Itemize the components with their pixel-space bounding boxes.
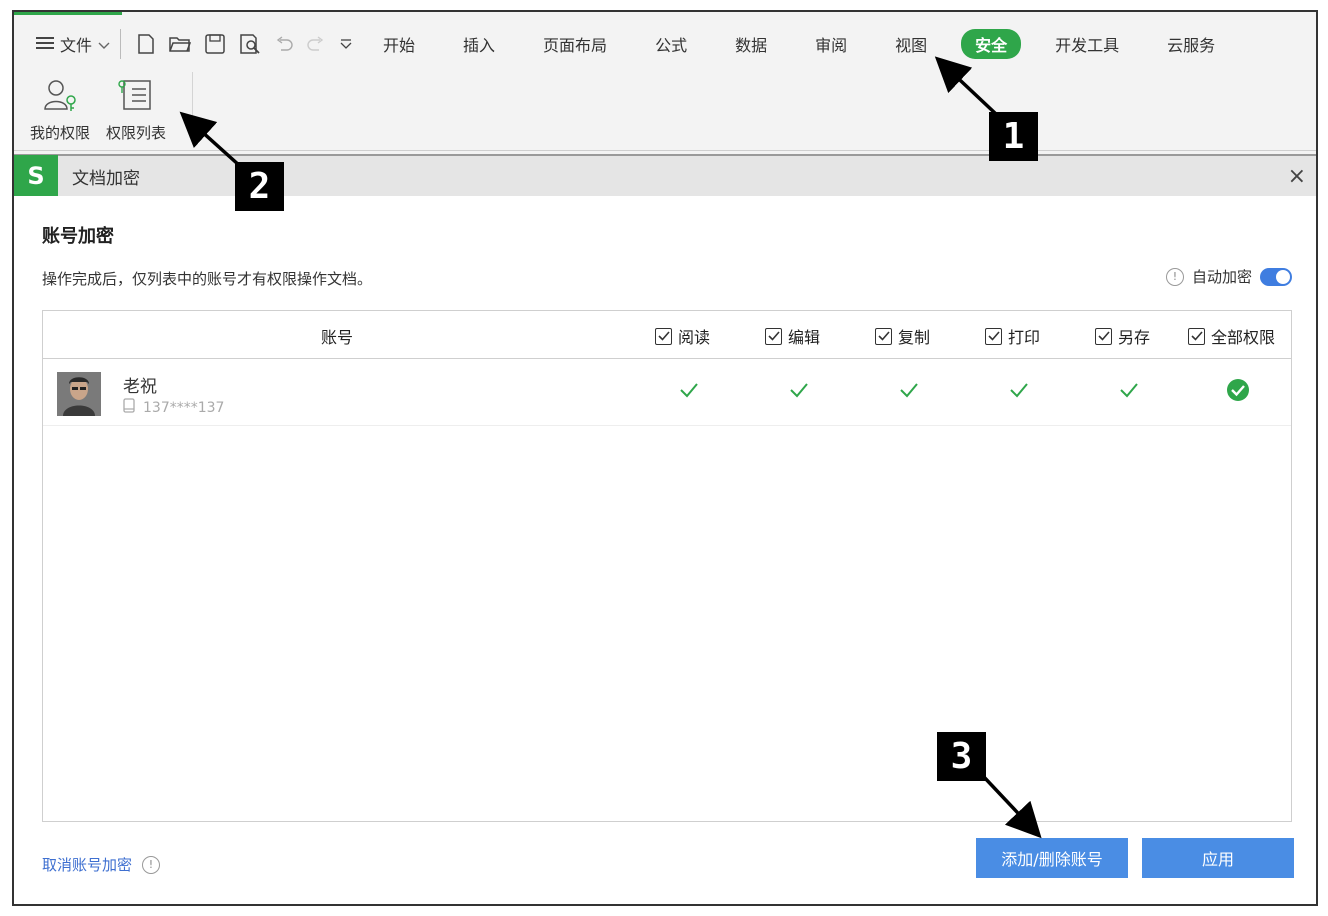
tab-page-layout[interactable]: 页面布局 — [529, 29, 621, 59]
print-header-label: 打印 — [1008, 328, 1041, 347]
file-menu-label: 文件 — [60, 36, 93, 55]
all-permissions-column-header[interactable]: 全部权限 — [1188, 324, 1275, 348]
my-permission-button[interactable]: 我的权限 — [30, 78, 90, 143]
ribbon-border — [14, 150, 1316, 151]
save-as-permission-check-icon[interactable] — [1119, 382, 1139, 402]
tab-insert[interactable]: 插入 — [449, 29, 509, 59]
wps-logo-icon: S — [14, 155, 58, 197]
step-marker-2: 2 — [235, 162, 284, 211]
section-title: 账号加密 — [42, 226, 114, 247]
undo-icon[interactable] — [275, 36, 293, 52]
open-folder-icon[interactable] — [169, 35, 192, 53]
hamburger-icon — [36, 35, 54, 54]
chevron-down-icon — [98, 35, 110, 54]
customize-toolbar-icon[interactable] — [339, 38, 353, 50]
my-permission-label: 我的权限 — [30, 124, 91, 142]
dialog-title: 文档加密 — [72, 168, 140, 189]
save-as-header-label: 另存 — [1118, 328, 1151, 347]
read-header-label: 阅读 — [678, 328, 711, 347]
auto-encrypt-label: 自动加密 — [1191, 268, 1252, 286]
permission-list-icon — [118, 78, 154, 116]
account-column-header: 账号 — [321, 328, 354, 347]
read-column-header[interactable]: 阅读 — [655, 324, 710, 348]
checkbox-checked-icon — [1188, 327, 1205, 345]
auto-encrypt-setting: ! 自动加密 — [1165, 266, 1292, 287]
cancel-link-label: 取消账号加密 — [42, 856, 133, 874]
ribbon-tabs: 开始 插入 页面布局 公式 数据 审阅 视图 安全 开发工具 云服务 — [369, 29, 1249, 59]
info-icon[interactable]: ! — [142, 855, 161, 874]
table-row[interactable]: 老祝 137****137 — [43, 360, 1291, 426]
security-toolbar: 我的权限 权限列表 — [30, 78, 166, 143]
step-marker-3: 3 — [937, 732, 986, 781]
copy-permission-check-icon[interactable] — [899, 382, 919, 402]
account-phone: 137****137 — [123, 398, 224, 417]
phone-number: 137****137 — [143, 399, 225, 416]
account-name: 老祝 — [123, 377, 157, 397]
tab-formulas[interactable]: 公式 — [641, 29, 701, 59]
permission-table: 账号 阅读 编辑 复制 打印 另存 全部权限 老祝 137****137 — [42, 310, 1292, 822]
info-icon[interactable]: ! — [1165, 267, 1184, 286]
tab-cloud-service[interactable]: 云服务 — [1153, 29, 1229, 59]
quick-access-toolbar — [121, 34, 369, 54]
redo-icon[interactable] — [307, 36, 325, 52]
checkbox-checked-icon — [875, 327, 892, 345]
all-permissions-header-label: 全部权限 — [1211, 328, 1276, 347]
copy-column-header[interactable]: 复制 — [875, 324, 930, 348]
permission-list-label: 权限列表 — [106, 124, 167, 142]
tab-security[interactable]: 安全 — [961, 29, 1022, 59]
tab-data[interactable]: 数据 — [721, 29, 781, 59]
tab-review[interactable]: 审阅 — [801, 29, 861, 59]
copy-header-label: 复制 — [898, 328, 931, 347]
save-icon[interactable] — [205, 34, 225, 54]
ribbon-separator — [192, 72, 193, 144]
edit-column-header[interactable]: 编辑 — [765, 324, 820, 348]
menu-bar: 文件 开始 插入 页面布局 公式 数据 审阅 视图 安全 开发工具 云服务 — [14, 24, 1316, 64]
edit-permission-check-icon[interactable] — [789, 382, 809, 402]
cancel-account-encryption-link[interactable]: 取消账号加密 ! — [42, 854, 161, 875]
file-menu-button[interactable]: 文件 — [14, 29, 122, 59]
tab-developer[interactable]: 开发工具 — [1041, 29, 1133, 59]
tab-view[interactable]: 视图 — [881, 29, 941, 59]
new-file-icon[interactable] — [137, 34, 155, 54]
dialog-body: 账号加密 操作完成后，仅列表中的账号才有权限操作文档。 ! 自动加密 账号 阅读… — [14, 196, 1316, 904]
tab-start[interactable]: 开始 — [369, 29, 429, 59]
print-preview-icon[interactable] — [239, 34, 261, 54]
checkbox-checked-icon — [985, 327, 1002, 345]
step-marker-1: 1 — [989, 112, 1038, 161]
permission-list-button[interactable]: 权限列表 — [106, 78, 166, 143]
apply-button[interactable]: 应用 — [1142, 838, 1294, 878]
auto-encrypt-toggle[interactable] — [1260, 267, 1292, 286]
avatar — [57, 372, 101, 416]
section-description: 操作完成后，仅列表中的账号才有权限操作文档。 — [42, 270, 373, 288]
app-window: 文件 开始 插入 页面布局 公式 数据 审阅 视图 安全 开发工具 云服务 我的… — [12, 10, 1318, 906]
save-as-column-header[interactable]: 另存 — [1095, 324, 1150, 348]
close-icon[interactable]: × — [1288, 164, 1306, 189]
dialog-titlebar: S 文档加密 × — [14, 154, 1316, 197]
checkbox-checked-icon — [1095, 327, 1112, 345]
print-permission-check-icon[interactable] — [1009, 382, 1029, 402]
active-indicator — [14, 12, 122, 15]
checkbox-checked-icon — [765, 327, 782, 345]
checkbox-checked-icon — [655, 327, 672, 345]
edit-header-label: 编辑 — [788, 328, 821, 347]
user-key-icon — [42, 78, 78, 116]
read-permission-check-icon[interactable] — [679, 382, 699, 402]
all-permissions-check-circle-icon[interactable] — [1226, 378, 1250, 406]
phone-icon — [123, 398, 135, 417]
add-remove-account-button[interactable]: 添加/删除账号 — [976, 838, 1128, 878]
print-column-header[interactable]: 打印 — [985, 324, 1040, 348]
table-header: 账号 阅读 编辑 复制 打印 另存 全部权限 — [43, 311, 1291, 359]
